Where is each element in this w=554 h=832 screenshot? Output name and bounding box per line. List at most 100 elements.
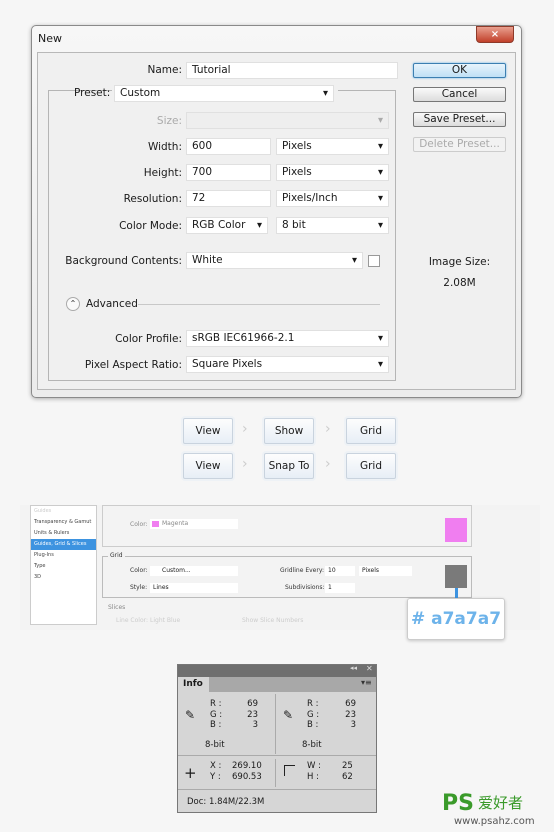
chevron-right-icon: ›: [325, 421, 331, 437]
height-unit-select[interactable]: Pixels: [276, 164, 389, 181]
chevron-right-icon: ›: [325, 456, 331, 472]
divider: [178, 755, 376, 756]
color-profile-label: Color Profile:: [115, 333, 182, 345]
right-rgb-labels: R :G :B :: [307, 699, 320, 730]
preset-select[interactable]: Custom: [114, 85, 334, 102]
grid-color-label: Color:: [130, 567, 148, 574]
grid-style-select[interactable]: Lines: [150, 583, 238, 593]
width-label: Width:: [147, 141, 182, 153]
svg-text:PS: PS: [442, 791, 474, 816]
grid-title: Grid: [108, 552, 125, 559]
resolution-input[interactable]: 72: [186, 190, 271, 207]
advanced-label: Advanced: [86, 298, 138, 310]
resolution-unit-select[interactable]: Pixels/Inch: [276, 190, 389, 207]
divider: [178, 789, 376, 790]
line-color-select[interactable]: Light Blue: [150, 617, 180, 624]
close-panel-icon[interactable]: ✕: [366, 664, 373, 673]
height-input[interactable]: 700: [186, 164, 271, 181]
doc-size: Doc: 1.84M/22.3M: [187, 797, 265, 807]
left-bit-depth: 8-bit: [205, 740, 225, 750]
tab-info[interactable]: Info: [178, 677, 209, 692]
size-select[interactable]: [186, 112, 389, 129]
dialog-title: New: [38, 32, 62, 45]
crosshair-icon: +: [184, 764, 197, 782]
grid-color-swatch[interactable]: [445, 565, 467, 588]
svg-text:www.psahz.com: www.psahz.com: [454, 816, 535, 827]
image-size-value: 2.08M: [443, 277, 476, 289]
sidebar-item-plugins[interactable]: Plug-Ins: [31, 550, 96, 561]
sidebar-item-3d[interactable]: 3D: [31, 572, 96, 583]
close-button[interactable]: ×: [476, 26, 514, 43]
gridline-every-label: Gridline Every:: [280, 567, 324, 574]
sidebar-item-guides[interactable]: Guides: [31, 506, 96, 517]
divider: [275, 694, 276, 754]
width-unit-select[interactable]: Pixels: [276, 138, 389, 155]
gridline-every-input[interactable]: 10: [325, 566, 355, 576]
guide-color-label: Color:: [130, 521, 148, 528]
name-label: Name:: [147, 64, 182, 76]
guide-color-swatch[interactable]: [445, 518, 467, 542]
width-input[interactable]: 600: [186, 138, 271, 155]
panel-header: [178, 665, 376, 677]
sidebar-item-units[interactable]: Units & Rulers: [31, 528, 96, 539]
ok-button[interactable]: OK: [413, 63, 506, 78]
xy-labels: X :Y :: [210, 761, 222, 782]
pixel-aspect-ratio-select[interactable]: Square Pixels: [186, 356, 389, 373]
selection-size-icon: [284, 765, 295, 776]
psahz-logo: PS 爱好者 www.psahz.com: [442, 791, 535, 827]
background-color-swatch[interactable]: [368, 255, 380, 267]
menu-grid: Grid: [346, 453, 396, 479]
sidebar-item-guides-grid-slices[interactable]: Guides, Grid & Slices: [31, 539, 96, 550]
show-slice-numbers-checkbox[interactable]: Show Slice Numbers: [242, 617, 303, 624]
panel-menu-icon[interactable]: ▾≡: [361, 678, 372, 687]
slices-title: Slices: [108, 604, 126, 611]
image-size-label: Image Size:: [428, 256, 491, 268]
grid-color-select[interactable]: Custom...: [150, 566, 238, 576]
watermark-logo: PS 爱好者 www.psahz.com: [440, 788, 550, 828]
menu-view: View: [183, 453, 233, 479]
menu-show: Show: [264, 418, 314, 444]
sidebar-item-transparency[interactable]: Transparency & Gamut: [31, 517, 96, 528]
wh-labels: W :H :: [307, 761, 321, 782]
resolution-label: Resolution:: [123, 193, 182, 205]
wh-values: 25 62: [342, 761, 353, 782]
menu-snap-to: Snap To: [264, 453, 314, 479]
collapse-advanced-icon[interactable]: ⌃: [66, 297, 80, 311]
eyedropper-icon[interactable]: ✎: [283, 708, 293, 722]
guide-color-select[interactable]: Magenta: [150, 519, 238, 529]
left-rgb-values: 69 23 3: [247, 699, 258, 730]
divider: [275, 759, 276, 787]
save-preset-button[interactable]: Save Preset...: [413, 112, 506, 127]
grid-style-label: Style:: [130, 584, 148, 591]
line-color-label: Line Color:: [116, 617, 148, 624]
pixel-aspect-ratio-label: Pixel Aspect Ratio:: [84, 359, 182, 371]
svg-text:爱好者: 爱好者: [478, 794, 523, 812]
color-profile-select[interactable]: sRGB IEC61966-2.1: [186, 330, 389, 347]
color-mode-label: Color Mode:: [119, 220, 182, 232]
cancel-button[interactable]: Cancel: [413, 87, 506, 102]
guide-color-chip: [152, 521, 159, 527]
menu-view: View: [183, 418, 233, 444]
right-rgb-values: 69 23 3: [345, 699, 356, 730]
left-rgb-labels: R :G :B :: [210, 699, 223, 730]
xy-values: 269.10 690.53: [232, 761, 262, 782]
subdivisions-label: Subdivisions:: [285, 584, 325, 591]
subdivisions-input[interactable]: 1: [325, 583, 355, 593]
chevron-right-icon: ›: [242, 456, 248, 472]
advanced-divider: [138, 304, 380, 305]
color-mode-select[interactable]: RGB Color: [186, 217, 268, 234]
bit-depth-select[interactable]: 8 bit: [276, 217, 389, 234]
sidebar-item-type[interactable]: Type: [31, 561, 96, 572]
name-input[interactable]: Tutorial: [186, 62, 398, 79]
background-contents-select[interactable]: White: [186, 252, 363, 269]
background-contents-label: Background Contents:: [65, 255, 182, 267]
delete-preset-button[interactable]: Delete Preset...: [413, 137, 506, 152]
preset-label: Preset:: [74, 87, 111, 99]
gridline-unit-select[interactable]: Pixels: [359, 566, 412, 576]
collapse-icon[interactable]: ◂◂: [350, 664, 357, 672]
right-bit-depth: 8-bit: [302, 740, 322, 750]
height-label: Height:: [143, 167, 182, 179]
size-label: Size:: [156, 115, 182, 127]
eyedropper-icon[interactable]: ✎: [185, 708, 195, 722]
preferences-sidebar: Guides Transparency & Gamut Units & Rule…: [30, 505, 97, 625]
